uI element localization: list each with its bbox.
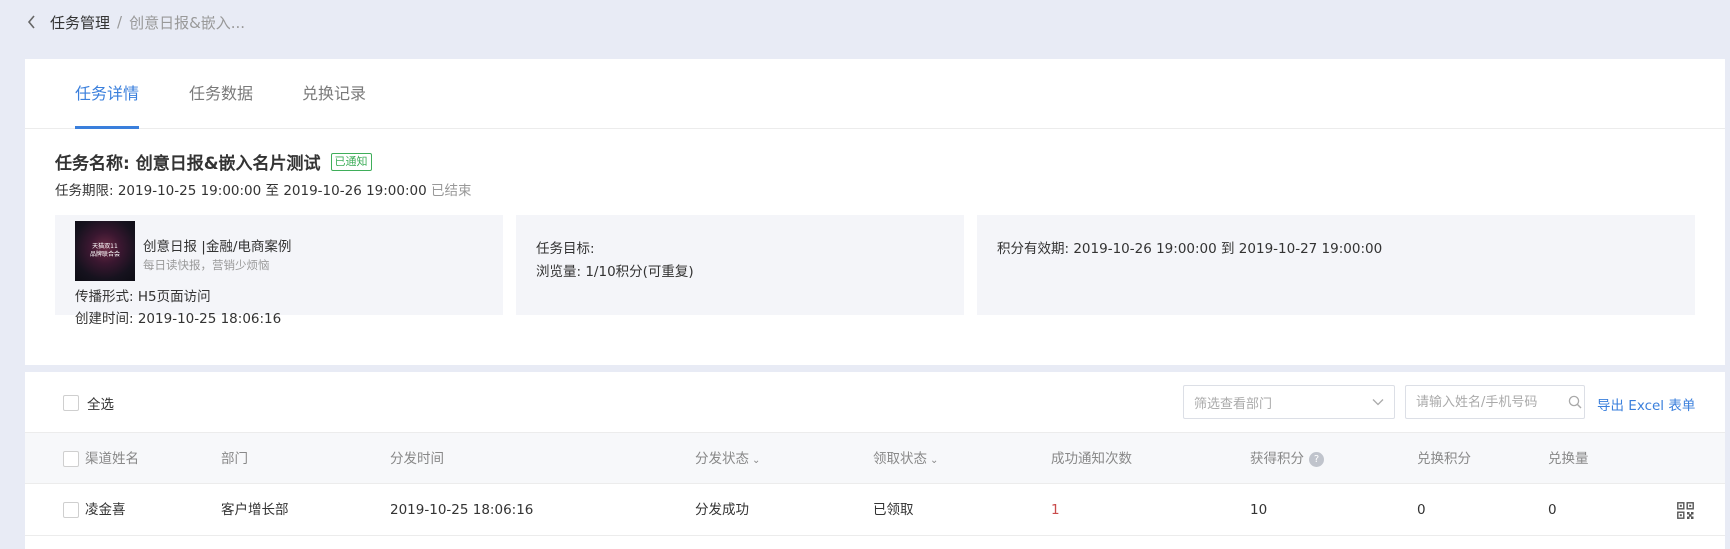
table-header: 渠道姓名 部门 分发时间 分发状态 ⌄ 领取状态 ⌄ 成功通知次数 获得积分? 兑换… xyxy=(25,432,1725,484)
qr-code-icon[interactable] xyxy=(1677,501,1694,519)
header-checkbox[interactable] xyxy=(63,451,79,467)
task-period: 任务期限: 2019-10-25 19:00:00 至 2019-10-26 1… xyxy=(55,179,472,199)
points-validity-box: 积分有效期: 2019-10-26 19:00:00 到 2019-10-27 … xyxy=(977,215,1695,315)
breadcrumb-separator: / xyxy=(117,13,123,31)
select-all-label: 全选 xyxy=(87,397,114,413)
task-title: 任务名称: 创意日报&嵌入名片测试 xyxy=(55,154,321,174)
search-box xyxy=(1405,385,1585,419)
task-target-box: 任务目标: 浏览量: 1/10积分(可重复) xyxy=(516,215,964,315)
row-time: 2019-10-25 18:06:16 xyxy=(390,502,534,518)
row-dept: 客户增长部 xyxy=(221,502,289,518)
header-success-count: 成功通知次数 xyxy=(1051,451,1132,467)
created-time: 创建时间: 2019-10-25 18:06:16 xyxy=(75,311,282,327)
row-recv-status: 已领取 xyxy=(873,502,914,518)
header-exchange-amount: 兑换量 xyxy=(1548,451,1589,467)
thumbnail-line1: 天猫双11 xyxy=(92,243,118,250)
header-time: 分发时间 xyxy=(390,451,444,467)
header-name: 渠道姓名 xyxy=(85,451,139,467)
search-icon[interactable] xyxy=(1568,395,1582,409)
header-exchanged-points: 兑换积分 xyxy=(1417,451,1471,467)
breadcrumb: 任务管理 / 创意日报&嵌入... xyxy=(0,0,1730,44)
row-checkbox-cell xyxy=(63,484,79,536)
points-validity: 积分有效期: 2019-10-26 19:00:00 到 2019-10-27 … xyxy=(997,241,1383,257)
task-title-row: 任务名称: 创意日报&嵌入名片测试 已通知 xyxy=(55,149,372,174)
header-recv-status[interactable]: 领取状态 ⌄ xyxy=(873,433,938,485)
select-all[interactable]: 全选 xyxy=(63,393,114,413)
period-status: 已结束 xyxy=(431,183,472,199)
header-checkbox-cell xyxy=(63,433,79,485)
export-excel-link[interactable]: 导出 Excel 表单 xyxy=(1597,394,1695,414)
department-filter-select[interactable]: 筛选查看部门 xyxy=(1183,385,1395,419)
period-prefix: 任务期限: xyxy=(55,183,118,199)
row-points: 10 xyxy=(1250,502,1268,518)
table-row: 凌金喜 客户增长部 2019-10-25 18:06:16 分发成功 已领取 1… xyxy=(25,484,1725,536)
article-title: 创意日报 |金融/电商案例 xyxy=(143,239,292,255)
header-points-label: 获得积分 xyxy=(1250,451,1304,467)
header-dept: 部门 xyxy=(221,451,248,467)
period-to: 至 xyxy=(261,183,284,199)
header-dist-status-label: 分发状态 xyxy=(695,451,749,467)
status-badge: 已通知 xyxy=(330,152,372,171)
breadcrumb-parent[interactable]: 任务管理 xyxy=(50,12,110,33)
spread-format: 传播形式: H5页面访问 xyxy=(75,289,211,305)
row-exchanged-points: 0 xyxy=(1417,502,1426,518)
period-end: 2019-10-26 19:00:00 xyxy=(283,183,427,199)
row-dist-status: 分发成功 xyxy=(695,502,749,518)
tab-task-data[interactable]: 任务数据 xyxy=(189,59,253,129)
question-icon[interactable]: ? xyxy=(1309,451,1324,467)
chevron-down-icon xyxy=(1372,395,1384,410)
task-detail-card: 任务详情 任务数据 兑换记录 任务名称: 创意日报&嵌入名片测试 已通知 任务期… xyxy=(25,59,1725,365)
table-toolbar: 全选 筛选查看部门 导出 Excel 表单 xyxy=(25,372,1725,432)
header-recv-status-label: 领取状态 xyxy=(873,451,927,467)
row-qr-cell xyxy=(1677,484,1694,536)
header-points: 获得积分? xyxy=(1250,433,1324,485)
tab-task-detail[interactable]: 任务详情 xyxy=(75,59,140,129)
thumbnail-line2: 品牌联合会 xyxy=(89,251,120,258)
period-start: 2019-10-25 19:00:00 xyxy=(117,183,262,199)
chevron-down-icon: ⌄ xyxy=(930,455,939,466)
article-info-box: 天猫双11 品牌联合会 创意日报 |金融/电商案例 每日读快报，营销少烦恼 传播形… xyxy=(55,215,503,327)
row-name: 凌金喜 xyxy=(85,502,126,518)
breadcrumb-current: 创意日报&嵌入... xyxy=(129,13,246,32)
department-filter-placeholder: 筛选查看部门 xyxy=(1194,396,1273,412)
distribution-table-card: 全选 筛选查看部门 导出 Excel 表单 渠道姓名 部门 分发时间 分发状态⌄… xyxy=(25,372,1725,549)
row-checkbox[interactable] xyxy=(63,502,79,518)
article-thumbnail[interactable]: 天猫双11 品牌联合会 xyxy=(75,221,135,281)
tab-exchange-records[interactable]: 兑换记录 xyxy=(302,59,366,129)
select-all-checkbox[interactable] xyxy=(63,395,79,411)
tab-bar: 任务详情 任务数据 兑换记录 xyxy=(25,59,1725,129)
target-value: 浏览量: 1/10积分(可重复) xyxy=(536,264,694,280)
search-input[interactable] xyxy=(1416,387,1566,417)
chevron-down-icon: ⌄ xyxy=(752,455,761,466)
chevron-left-icon[interactable] xyxy=(24,15,38,29)
row-success-count: 1 xyxy=(1051,502,1060,518)
header-dist-status[interactable]: 分发状态 ⌄ xyxy=(695,433,760,485)
article-subtitle: 每日读快报，营销少烦恼 xyxy=(143,258,270,272)
target-label: 任务目标: xyxy=(536,241,595,257)
row-exchange-amount: 0 xyxy=(1548,502,1557,518)
